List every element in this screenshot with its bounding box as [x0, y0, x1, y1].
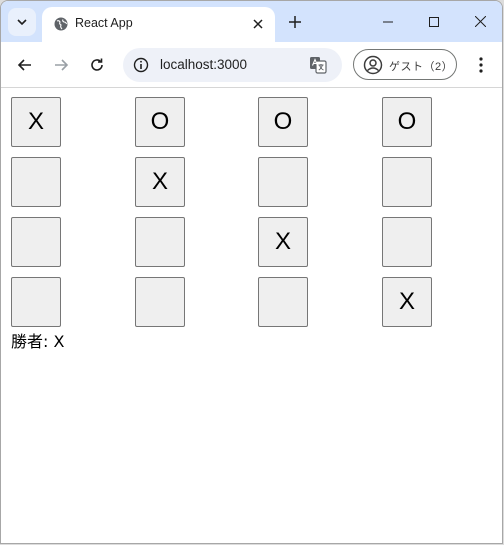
address-bar[interactable]: localhost:3000 [123, 48, 342, 82]
reload-icon [91, 58, 103, 71]
account-icon [363, 55, 383, 75]
tab-close-button[interactable] [249, 15, 267, 33]
arrow-left-icon [17, 59, 31, 71]
board-cell-2-3[interactable] [382, 217, 432, 267]
site-info-button[interactable] [131, 55, 151, 75]
board-cell-1-3[interactable] [382, 157, 432, 207]
back-button[interactable] [14, 54, 36, 76]
tab-title: React App [75, 16, 133, 30]
board-cell-1-0[interactable] [11, 157, 61, 207]
board-cell-2-2[interactable]: X [258, 217, 308, 267]
board-cell-3-1[interactable] [135, 277, 185, 327]
board-cell-2-0[interactable] [11, 217, 61, 267]
board-cell-3-2[interactable] [258, 277, 308, 327]
minimize-icon [383, 21, 393, 22]
close-window-button[interactable] [457, 1, 502, 42]
title-bar: React App [1, 1, 502, 42]
minimize-button[interactable] [365, 1, 411, 42]
browser-window: React App localhost:3000 ゲスト（2） X O O O … [0, 0, 503, 544]
tab-react-app[interactable]: React App [42, 7, 275, 42]
translate-icon [310, 57, 327, 74]
board-cell-1-2[interactable] [258, 157, 308, 207]
forward-button[interactable] [50, 54, 72, 76]
plus-icon [289, 16, 301, 28]
maximize-button[interactable] [411, 1, 457, 42]
board-cell-0-0[interactable]: X [11, 97, 61, 147]
more-vert-icon [479, 57, 483, 73]
close-icon [474, 16, 486, 27]
reload-button[interactable] [86, 54, 108, 76]
board-cell-1-1[interactable]: X [135, 157, 185, 207]
translate-button[interactable] [308, 55, 328, 75]
board-cell-0-2[interactable]: O [258, 97, 308, 147]
profile-label: ゲスト（2） [389, 61, 454, 73]
menu-button[interactable] [470, 54, 492, 76]
game-status: 勝者: X [11, 332, 65, 351]
close-icon [253, 19, 263, 29]
board-cell-3-0[interactable] [11, 277, 61, 327]
globe-icon [54, 17, 68, 31]
page-content: X O O O X X X 勝者: X [1, 88, 502, 543]
maximize-icon [429, 16, 439, 27]
board-cell-0-1[interactable]: O [135, 97, 185, 147]
arrow-right-icon [55, 59, 69, 71]
chevron-down-icon [17, 19, 27, 26]
url-text: localhost:3000 [160, 57, 248, 72]
browser-toolbar: localhost:3000 ゲスト（2） [1, 42, 502, 88]
new-tab-button[interactable] [285, 12, 305, 32]
info-icon [133, 57, 149, 73]
board-cell-3-3[interactable]: X [382, 277, 432, 327]
board-cell-0-3[interactable]: O [382, 97, 432, 147]
board-cell-2-1[interactable] [135, 217, 185, 267]
profile-button[interactable]: ゲスト（2） [353, 49, 457, 80]
tab-search-button[interactable] [8, 8, 36, 36]
